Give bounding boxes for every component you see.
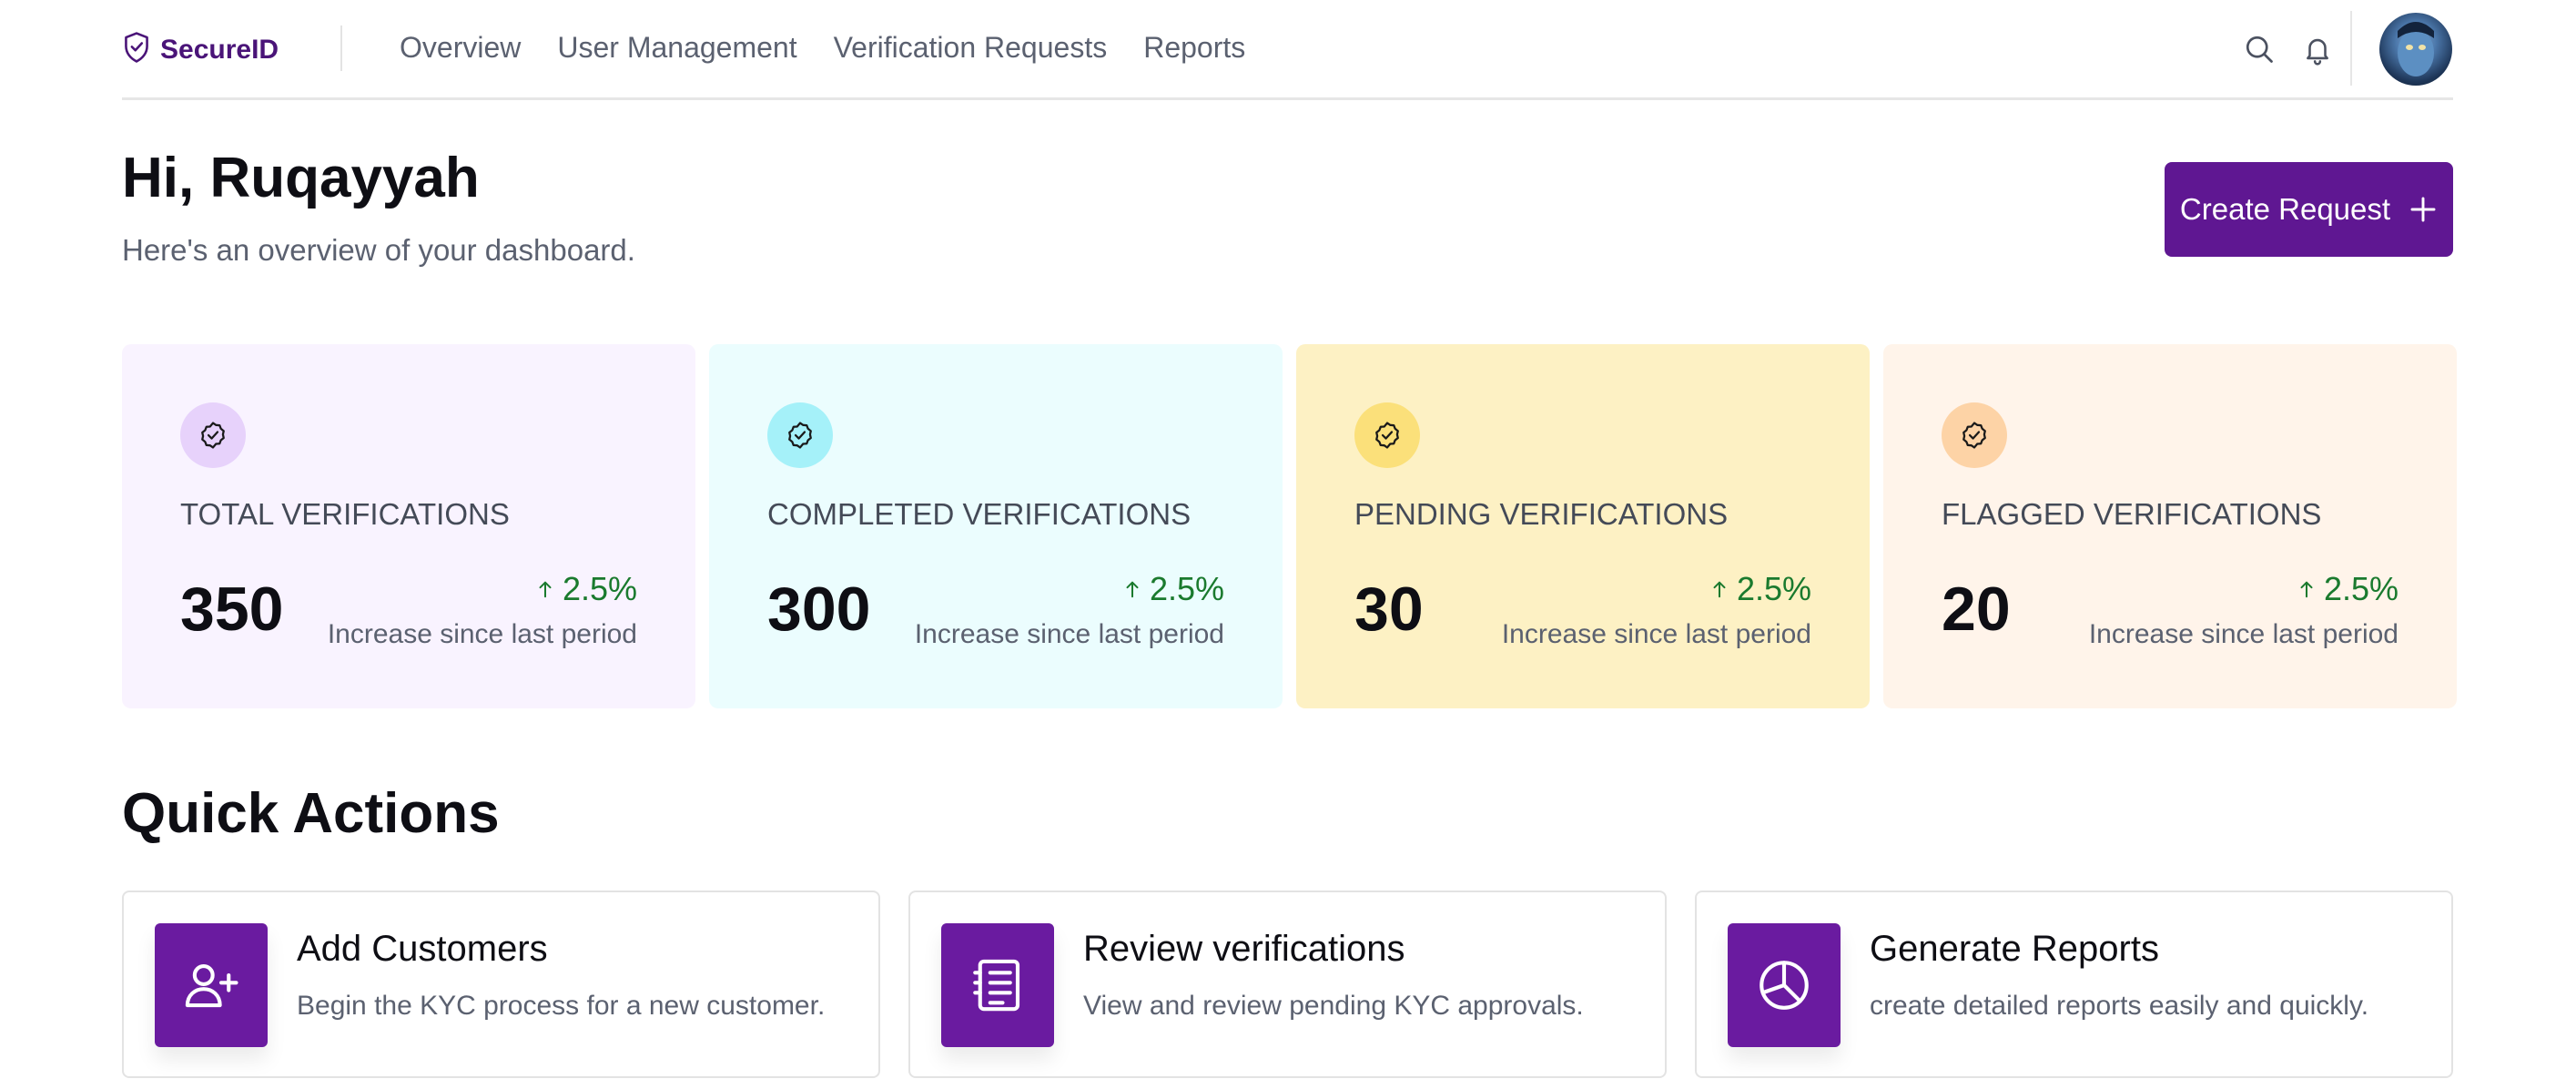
nav-verification-requests[interactable]: Verification Requests	[834, 31, 1108, 65]
stat-label: PENDING VERIFICATIONS	[1354, 497, 1729, 531]
brand-name: SecureID	[160, 34, 279, 65]
user-avatar[interactable]	[2379, 13, 2452, 86]
stat-icon-completed	[767, 402, 833, 468]
stat-note: Increase since last period	[2088, 619, 2399, 649]
pie-chart-icon	[1760, 961, 1809, 1010]
stat-card-completed: COMPLETED VERIFICATIONS 300 2.5% Increas…	[709, 344, 1283, 708]
stat-change: 2.5%	[1122, 570, 1224, 608]
stat-note: Increase since last period	[327, 619, 637, 649]
quick-actions-title: Quick Actions	[122, 782, 500, 845]
arrow-up-icon	[2300, 581, 2313, 598]
greeting-subtitle: Here's an overview of your dashboard.	[122, 233, 635, 267]
quick-action-name: Review verifications	[1083, 929, 1405, 969]
quick-action-name: Add Customers	[297, 929, 548, 969]
quick-action-generate-reports[interactable]: Generate Reports create detailed reports…	[1695, 891, 2453, 1078]
stat-change-value: 2.5%	[562, 570, 637, 607]
avatar-divider	[2350, 11, 2352, 86]
stat-change-value: 2.5%	[2323, 570, 2399, 607]
quick-action-name: Generate Reports	[1870, 929, 2159, 969]
verified-badge-icon	[1962, 422, 1986, 449]
brand-divider	[340, 25, 342, 71]
top-navigation-bar: SecureID Overview User Management Verifi…	[122, 0, 2453, 100]
search-button[interactable]	[2241, 31, 2277, 67]
stat-card-flagged: FLAGGED VERIFICATIONS 20 2.5% Increase s…	[1883, 344, 2457, 708]
nav-overview[interactable]: Overview	[400, 31, 521, 65]
verified-badge-icon	[1375, 422, 1399, 449]
notifications-button[interactable]	[2299, 31, 2336, 67]
nav-reports[interactable]: Reports	[1143, 31, 1245, 65]
verified-badge-icon	[201, 422, 225, 449]
stat-label: COMPLETED VERIFICATIONS	[767, 497, 1192, 531]
stat-change-value: 2.5%	[1149, 570, 1224, 607]
quick-action-desc: Begin the KYC process for a new customer…	[297, 991, 826, 1021]
search-icon	[2246, 36, 2273, 63]
stat-value: 30	[1354, 575, 1424, 644]
shield-check-icon	[122, 31, 151, 68]
stat-value: 350	[180, 575, 284, 644]
add-user-icon	[185, 964, 238, 1008]
stat-change: 2.5%	[535, 570, 637, 608]
stat-card-pending: PENDING VERIFICATIONS 30 2.5% Increase s…	[1296, 344, 1870, 708]
quick-action-desc: View and review pending KYC approvals.	[1083, 991, 1584, 1021]
bell-icon	[2307, 38, 2328, 66]
qa-icon-tile	[1728, 923, 1841, 1047]
stat-label: TOTAL VERIFICATIONS	[180, 497, 510, 531]
arrow-up-icon	[539, 581, 552, 598]
create-request-label: Create Request	[2179, 192, 2391, 226]
stat-card-total: TOTAL VERIFICATIONS 350 2.5% Increase si…	[122, 344, 695, 708]
arrow-up-icon	[1713, 581, 1726, 598]
create-request-button[interactable]: Create Request	[2165, 162, 2453, 257]
stat-note: Increase since last period	[1501, 619, 1811, 649]
checklist-icon	[973, 959, 1020, 1012]
brand-logo[interactable]: SecureID	[122, 31, 279, 68]
main-nav: Overview User Management Verification Re…	[400, 31, 1245, 65]
plus-icon	[2410, 197, 2436, 222]
verified-badge-icon	[788, 422, 812, 449]
quick-action-desc: create detailed reports easily and quick…	[1870, 991, 2369, 1021]
arrow-up-icon	[1126, 581, 1139, 598]
stat-change: 2.5%	[1709, 570, 1811, 608]
stat-value: 300	[767, 575, 871, 644]
greeting-title: Hi, Ruqayyah	[122, 147, 480, 209]
stat-note: Increase since last period	[914, 619, 1224, 649]
quick-action-add-customers[interactable]: Add Customers Begin the KYC process for …	[122, 891, 880, 1078]
nav-user-management[interactable]: User Management	[557, 31, 796, 65]
qa-icon-tile	[155, 923, 268, 1047]
stat-change: 2.5%	[2297, 570, 2399, 608]
stat-label: FLAGGED VERIFICATIONS	[1942, 497, 2322, 531]
stat-icon-total	[180, 402, 246, 468]
qa-icon-tile	[941, 923, 1054, 1047]
stat-icon-flagged	[1942, 402, 2007, 468]
stat-value: 20	[1942, 575, 2011, 644]
stat-icon-pending	[1354, 402, 1420, 468]
quick-action-review-verifications[interactable]: Review verifications View and review pen…	[908, 891, 1667, 1078]
stat-change-value: 2.5%	[1736, 570, 1811, 607]
